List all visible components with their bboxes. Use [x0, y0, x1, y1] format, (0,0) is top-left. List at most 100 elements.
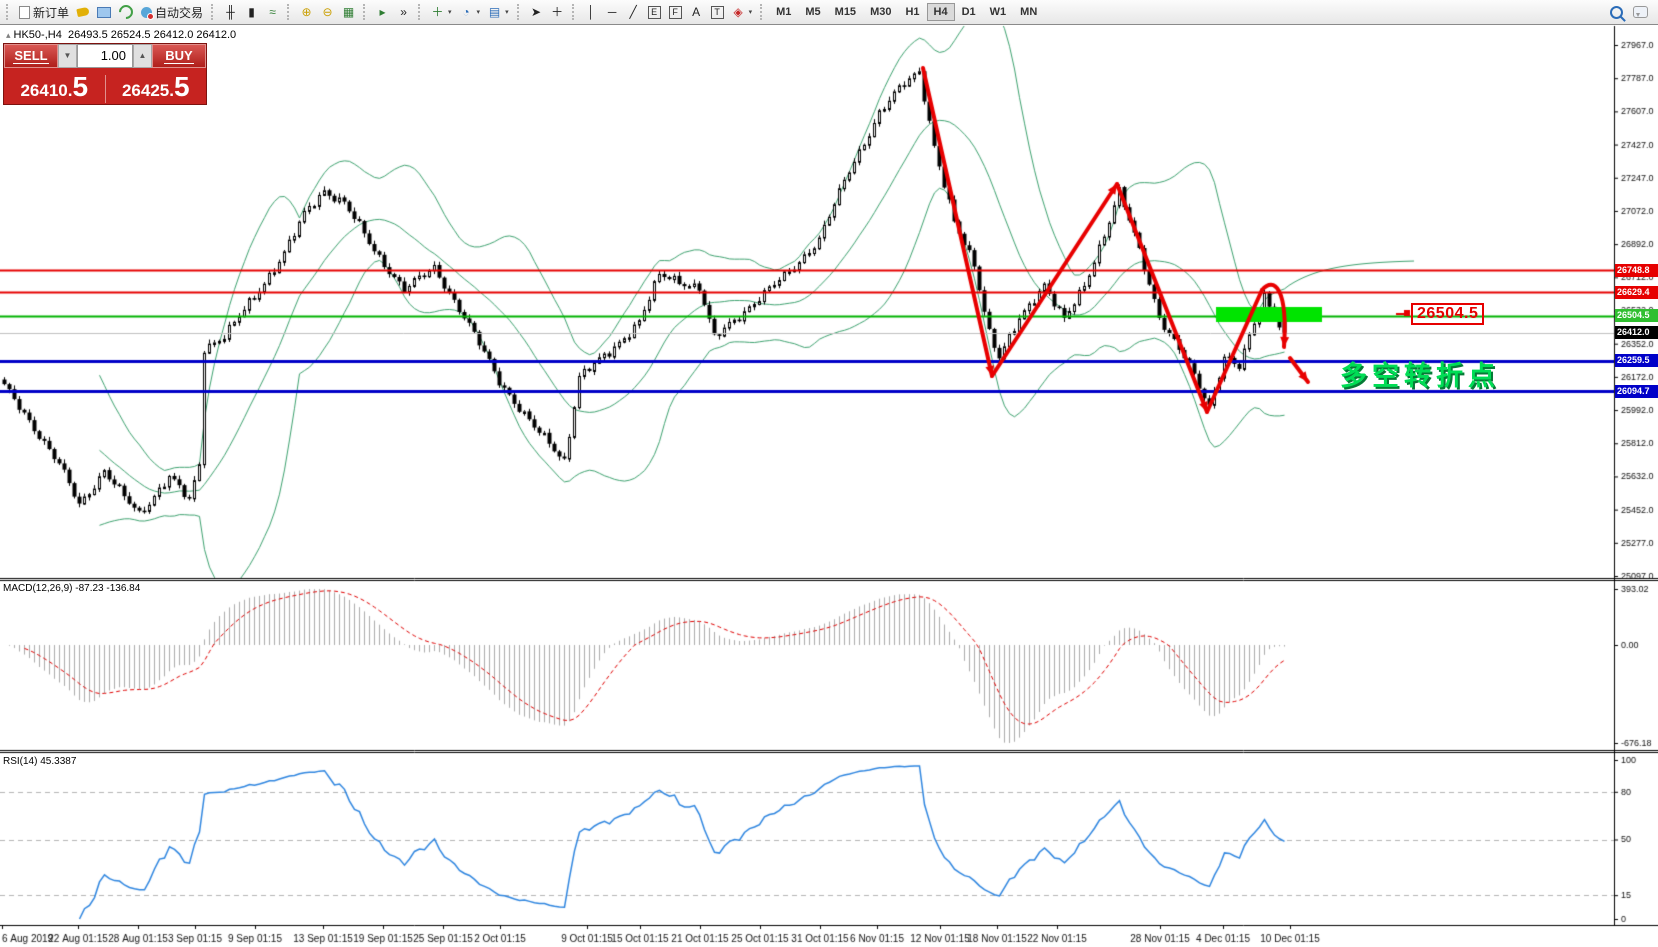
- chat-icon[interactable]: [1633, 6, 1648, 18]
- zoom-out-icon: ⊖: [321, 5, 334, 20]
- symbol-ohlc-info: ▴HK50-,H4 26493.5 26524.5 26412.0 26412.…: [6, 29, 236, 41]
- tab-d1[interactable]: D1: [955, 3, 983, 21]
- sell-button[interactable]: SELL: [4, 44, 58, 68]
- bar-chart-button[interactable]: ╫: [220, 2, 241, 23]
- text-label-button[interactable]: T: [707, 2, 728, 23]
- tab-m30[interactable]: M30: [863, 3, 898, 21]
- zoom-out-button[interactable]: ⊖: [317, 2, 338, 23]
- fibonacci-button[interactable]: F: [665, 2, 686, 23]
- symbol-period: HK50-,H4: [14, 29, 62, 41]
- chevron-down-icon: ▾: [505, 8, 509, 16]
- signals-button[interactable]: [115, 2, 137, 23]
- toolbar-separator: [211, 4, 216, 20]
- chevron-down-icon: ▾: [477, 8, 481, 16]
- rsi-name: RSI(14): [3, 756, 37, 767]
- sell-label: SELL: [13, 48, 48, 64]
- tab-h4[interactable]: H4: [927, 3, 955, 21]
- tab-mn[interactable]: MN: [1013, 3, 1044, 21]
- price-label-pivot-green: 26504.5: [1615, 309, 1658, 322]
- candle-chart-button[interactable]: ▮: [241, 2, 262, 23]
- vline-button[interactable]: │: [581, 2, 602, 23]
- horn-button[interactable]: [73, 2, 93, 23]
- lot-decrease-button[interactable]: ▼: [58, 44, 77, 68]
- crosshair-icon: ＋: [551, 5, 564, 20]
- buy-button[interactable]: BUY: [152, 44, 206, 68]
- buy-label: BUY: [164, 48, 193, 64]
- buy-price-pips: 5: [174, 71, 190, 102]
- sell-price-pips: 5: [72, 71, 88, 102]
- toolbar-separator: [418, 4, 423, 20]
- trendline-button[interactable]: ╱: [623, 2, 644, 23]
- candle-chart-icon: ▮: [245, 5, 258, 20]
- tab-w1[interactable]: W1: [983, 3, 1014, 21]
- line-chart-button[interactable]: ≈: [262, 2, 283, 23]
- lot-size-input[interactable]: 1.00: [77, 44, 133, 68]
- tile-windows-icon: ▦: [342, 5, 355, 20]
- search-icon[interactable]: [1610, 6, 1623, 19]
- periods-button[interactable]: ◔▾: [456, 2, 485, 23]
- auto-scroll-button[interactable]: ▸: [372, 2, 393, 23]
- globe-icon: [141, 7, 152, 18]
- hline-button[interactable]: ─: [602, 2, 623, 23]
- cursor-button[interactable]: ➤: [526, 2, 547, 23]
- horn-icon: [76, 7, 89, 17]
- indicators-icon: ＋: [431, 5, 444, 20]
- lot-increase-button[interactable]: ▲: [133, 44, 152, 68]
- tile-windows-button[interactable]: ▦: [338, 2, 359, 23]
- template-icon: ▤: [488, 5, 501, 20]
- chevron-down-icon: ▾: [749, 8, 753, 16]
- cursor-icon: ➤: [530, 5, 543, 20]
- price-callout-box[interactable]: 26504.5: [1411, 303, 1484, 325]
- new-order-label: 新订单: [33, 4, 69, 21]
- price-label-current: 26412.0: [1615, 326, 1658, 339]
- community-button[interactable]: [93, 2, 115, 23]
- text-button[interactable]: A: [686, 2, 707, 23]
- macd-indicator-label: MACD(12,26,9) -87.23 -136.84: [3, 583, 140, 594]
- new-order-button[interactable]: 新订单: [15, 2, 73, 23]
- toolbar-separator: [572, 4, 577, 20]
- tab-h1[interactable]: H1: [898, 3, 926, 21]
- crosshair-button[interactable]: ＋: [547, 2, 568, 23]
- price-label-support-2: 26094.7: [1615, 385, 1658, 398]
- zoom-in-icon: ⊕: [300, 5, 313, 20]
- horizontal-line-icon: ─: [606, 5, 619, 20]
- text-icon: A: [690, 5, 703, 20]
- text-label-icon: T: [711, 6, 724, 19]
- chart-canvas[interactable]: [0, 0, 1658, 947]
- symbol-marker-icon: ▴: [6, 30, 11, 40]
- clock-icon: ◔: [460, 5, 473, 20]
- indicators-button[interactable]: ＋▾: [427, 2, 456, 23]
- buy-price-main: 26425: [122, 81, 169, 100]
- macd-values: -87.23 -136.84: [75, 583, 140, 594]
- macd-name: MACD(12,26,9): [3, 583, 72, 594]
- arrows-button[interactable]: ◈▾: [728, 2, 757, 23]
- channel-button[interactable]: E: [644, 2, 665, 23]
- vertical-line-icon: │: [585, 5, 598, 20]
- zoom-in-button[interactable]: ⊕: [296, 2, 317, 23]
- chevron-down-icon: ▾: [448, 8, 452, 16]
- buy-price[interactable]: 26425.5: [106, 75, 207, 103]
- ohlc-values: 26493.5 26524.5 26412.0 26412.0: [68, 29, 236, 41]
- templates-button[interactable]: ▤▾: [484, 2, 513, 23]
- toolbar-separator: [363, 4, 368, 20]
- arrows-icon: ◈: [732, 5, 745, 20]
- auto-trading-label: 自动交易: [155, 4, 203, 21]
- tab-m1[interactable]: M1: [769, 3, 798, 21]
- signal-icon: [116, 2, 136, 22]
- bar-chart-icon: ╫: [224, 5, 237, 20]
- toolbar-grip: [6, 4, 11, 20]
- auto-scroll-icon: ▸: [376, 5, 389, 20]
- rsi-value: 45.3387: [40, 756, 76, 767]
- monitor-icon: [97, 7, 111, 18]
- tab-m15[interactable]: M15: [828, 3, 863, 21]
- chart-shift-button[interactable]: »: [393, 2, 414, 23]
- pivot-annotation-text[interactable]: 多空转折点: [1340, 354, 1500, 393]
- toolbar: 新订单 自动交易 ╫ ▮ ≈ ⊕ ⊖ ▦ ▸ » ＋▾ ◔▾ ▤▾ ➤ ＋ │ …: [0, 0, 1658, 25]
- sell-price-main: 26410: [20, 81, 67, 100]
- chart-shift-icon: »: [397, 5, 410, 20]
- auto-trading-button[interactable]: 自动交易: [137, 2, 207, 23]
- sell-price[interactable]: 26410.5: [4, 75, 106, 103]
- price-label-support-1: 26259.5: [1615, 354, 1658, 367]
- tab-m5[interactable]: M5: [798, 3, 827, 21]
- trendline-icon: ╱: [627, 5, 640, 20]
